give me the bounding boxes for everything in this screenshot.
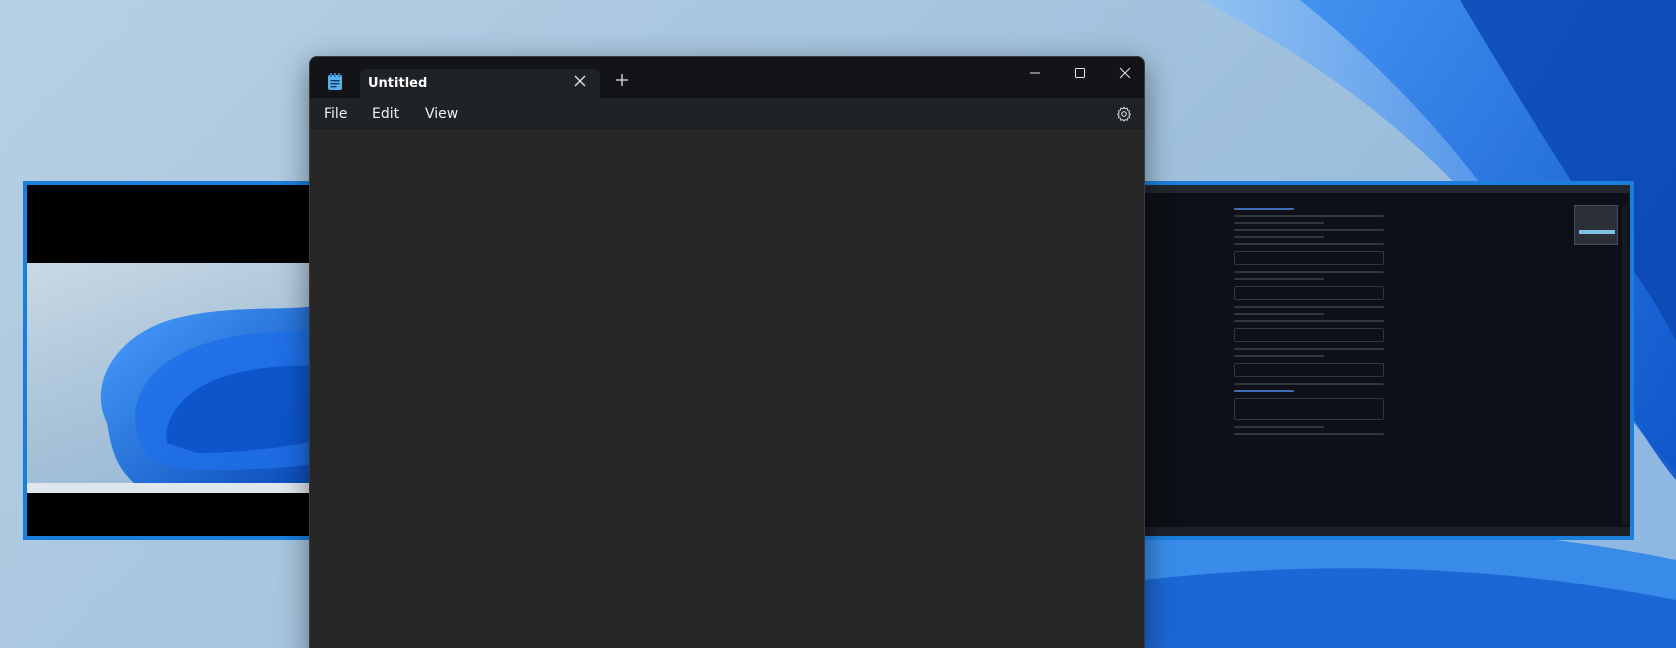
text-editor[interactable] — [310, 132, 1144, 648]
menu-view[interactable]: View — [425, 106, 458, 122]
thumbnail-browser-toolbar — [1124, 185, 1630, 193]
thumbnail-page-content — [1124, 193, 1630, 531]
plus-icon[interactable] — [613, 73, 631, 91]
window-thumbnail-right[interactable] — [1120, 181, 1634, 540]
window-thumbnail-left[interactable] — [23, 181, 323, 540]
minimize-icon[interactable] — [1020, 63, 1050, 83]
tab-title: Untitled — [368, 76, 428, 91]
menu-bar: File Edit View — [310, 98, 1144, 131]
thumbnail-desktop-preview — [27, 263, 319, 493]
notepad-window: Untitled File Edit View — [309, 56, 1145, 648]
title-bar[interactable]: Untitled — [310, 57, 1144, 99]
thumbnail-taskbar — [1124, 527, 1630, 536]
thumbnail-popup — [1574, 205, 1618, 245]
maximize-icon[interactable] — [1065, 63, 1095, 83]
tab-untitled[interactable]: Untitled — [360, 69, 600, 99]
gear-icon[interactable] — [1116, 106, 1132, 122]
menu-edit[interactable]: Edit — [372, 106, 399, 122]
notepad-icon — [327, 73, 343, 90]
thumbnail-scrollbar — [1622, 205, 1628, 525]
close-icon[interactable] — [1110, 63, 1140, 83]
close-icon[interactable] — [572, 75, 588, 91]
thumbnail-taskbar — [27, 483, 319, 493]
menu-file[interactable]: File — [324, 106, 347, 122]
